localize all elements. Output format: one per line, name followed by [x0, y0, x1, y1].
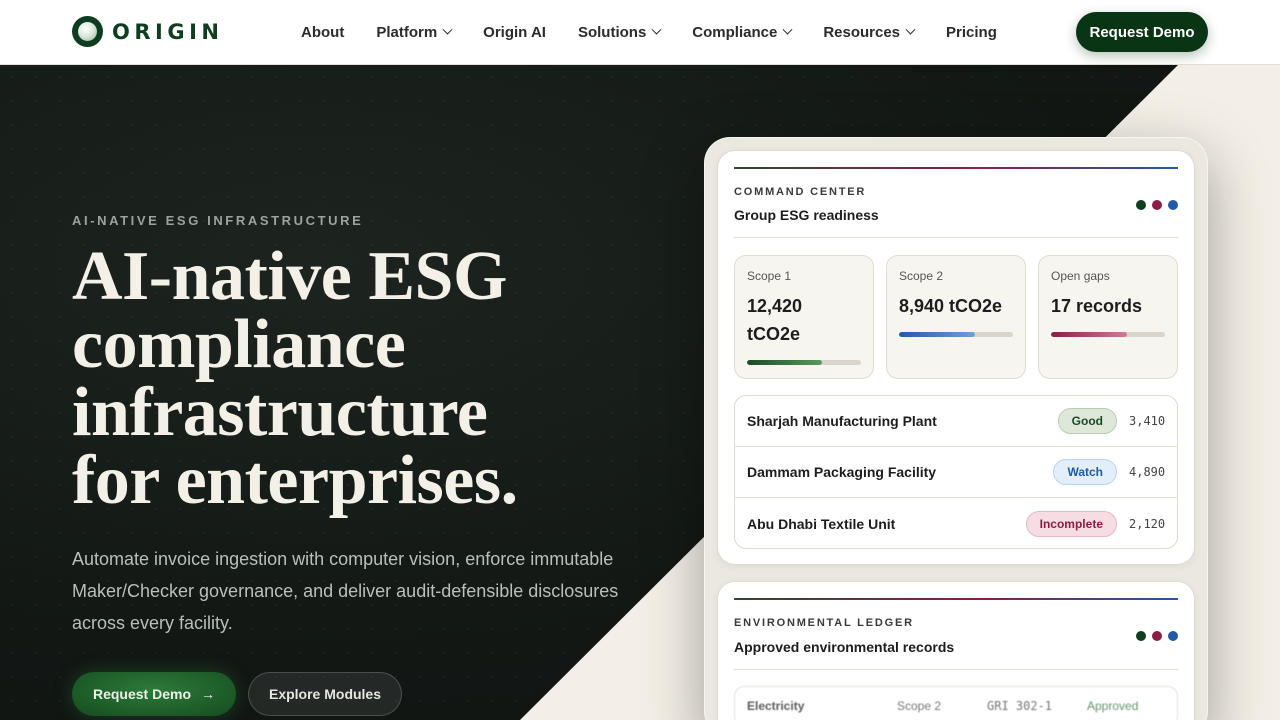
status-dot — [1136, 200, 1146, 210]
status-dots — [1130, 200, 1178, 210]
nav-item-label: Compliance — [692, 23, 778, 41]
explore-modules-button[interactable]: Explore Modules — [248, 672, 402, 716]
facility-row[interactable]: Sharjah Manufacturing Plant Good 3,410 — [735, 396, 1177, 447]
progress-fill — [1051, 332, 1128, 337]
progress-bar — [747, 360, 861, 365]
stat-label: Scope 2 — [899, 269, 944, 283]
nav-item-solutions[interactable]: Solutions — [577, 23, 662, 41]
environmental-ledger-card: ENVIRONMENTAL LEDGER Approved environmen… — [717, 581, 1195, 720]
progress-bar — [1051, 332, 1165, 337]
card-kicker: COMMAND CENTER — [734, 186, 867, 198]
ledger-scope: Scope 2 — [897, 699, 942, 713]
ledger-type: Electricity — [747, 699, 805, 713]
nav-item-platform[interactable]: Platform — [376, 23, 453, 41]
nav-item-compliance[interactable]: Compliance — [692, 23, 793, 41]
nav-item-label: Pricing — [946, 23, 997, 41]
command-center-card: COMMAND CENTER Group ESG readiness Scope… — [717, 150, 1195, 565]
facility-name: Sharjah Manufacturing Plant — [747, 413, 937, 429]
card-title: Approved environmental records — [734, 639, 955, 655]
card-title: Group ESG readiness — [734, 207, 879, 223]
nav-item-label: Origin AI — [483, 23, 546, 41]
stat-label: Open gaps — [1051, 269, 1110, 283]
chevron-down-icon — [782, 24, 793, 35]
headline-line: infrastructure — [72, 374, 488, 451]
ledger-status: Approved — [1087, 699, 1139, 713]
status-dot — [1168, 200, 1178, 210]
status-dot — [1152, 631, 1162, 641]
facility-row[interactable]: Abu Dhabi Textile Unit Incomplete 2,120 — [735, 498, 1177, 548]
request-demo-button[interactable]: Request Demo — [1076, 12, 1208, 52]
facility-name: Abu Dhabi Textile Unit — [747, 515, 896, 532]
nav-item-about[interactable]: About — [301, 24, 344, 41]
status-badge: Watch — [1053, 459, 1117, 485]
stat-value: 12,420 tCO2e — [747, 296, 803, 344]
stat-open-gaps[interactable]: Open gaps 17 records — [1038, 255, 1178, 379]
facility-name: Dammam Packaging Facility — [747, 464, 937, 480]
button-label: Request Demo — [92, 686, 192, 702]
headline-line: AI-native ESG — [72, 238, 507, 315]
nav-item-label: Platform — [376, 23, 438, 41]
stat-scope-1[interactable]: Scope 1 12,420 tCO2e — [734, 255, 874, 379]
status-dot — [1152, 200, 1162, 210]
ledger-row[interactable]: Electricity Scope 2 GRI 302-1 Approved — [734, 686, 1178, 720]
nav-item-origin-ai[interactable]: Origin AI — [483, 24, 546, 41]
status-badge: Incomplete — [1025, 510, 1117, 537]
hero-eyebrow: AI-NATIVE ESG INFRASTRUCTURE — [72, 213, 364, 228]
card-accent-line — [734, 598, 1178, 600]
divider — [734, 669, 1178, 670]
stat-scope-2[interactable]: Scope 2 8,940 tCO2e — [886, 255, 1026, 379]
hero-headline: AI-native ESG compliance infrastructure … — [72, 238, 672, 519]
progress-fill — [899, 332, 976, 337]
facility-list: Sharjah Manufacturing Plant Good 3,410 D… — [734, 395, 1178, 549]
nav-item-label: About — [301, 23, 345, 41]
top-navbar: ORIGIN About Platform Origin AI Solution… — [0, 0, 1280, 65]
hero-subheading: Automate invoice ingestion with computer… — [72, 549, 619, 633]
facility-value: 4,890 — [1129, 465, 1166, 479]
nav-item-pricing[interactable]: Pricing — [946, 24, 997, 41]
stat-value: 8,940 tCO2e — [899, 296, 1003, 316]
divider — [734, 237, 1178, 238]
status-dot — [1168, 631, 1178, 641]
status-dots — [1130, 631, 1178, 641]
chevron-down-icon — [651, 24, 662, 35]
nav-item-resources[interactable]: Resources — [823, 23, 916, 41]
stat-value: 17 records — [1051, 296, 1143, 316]
logo-mark-icon — [72, 16, 103, 47]
status-dot — [1136, 631, 1146, 641]
progress-bar — [899, 332, 1013, 337]
facility-row[interactable]: Dammam Packaging Facility Watch 4,890 — [735, 447, 1177, 498]
card-kicker: ENVIRONMENTAL LEDGER — [734, 617, 914, 629]
card-accent-line — [734, 167, 1178, 169]
headline-line: compliance — [72, 306, 406, 383]
arrow-right-icon: → — [201, 686, 216, 702]
facility-value: 2,120 — [1129, 516, 1166, 531]
chevron-down-icon — [442, 24, 453, 35]
brand-name: ORIGIN — [112, 19, 224, 44]
progress-fill — [747, 360, 823, 365]
brand-logo[interactable]: ORIGIN — [72, 16, 223, 47]
nav-menu: About Platform Origin AI Solutions Compl… — [301, 0, 1029, 64]
stat-label: Scope 1 — [747, 269, 792, 283]
nav-item-label: Resources — [823, 23, 901, 41]
facility-value: 3,410 — [1129, 414, 1166, 428]
ledger-gri: GRI 302-1 — [987, 699, 1053, 713]
headline-line: for enterprises. — [72, 442, 518, 519]
chevron-down-icon — [905, 24, 916, 35]
hero-request-demo-button[interactable]: Request Demo → — [72, 672, 236, 716]
status-badge: Good — [1057, 408, 1117, 434]
nav-item-label: Solutions — [577, 23, 647, 41]
